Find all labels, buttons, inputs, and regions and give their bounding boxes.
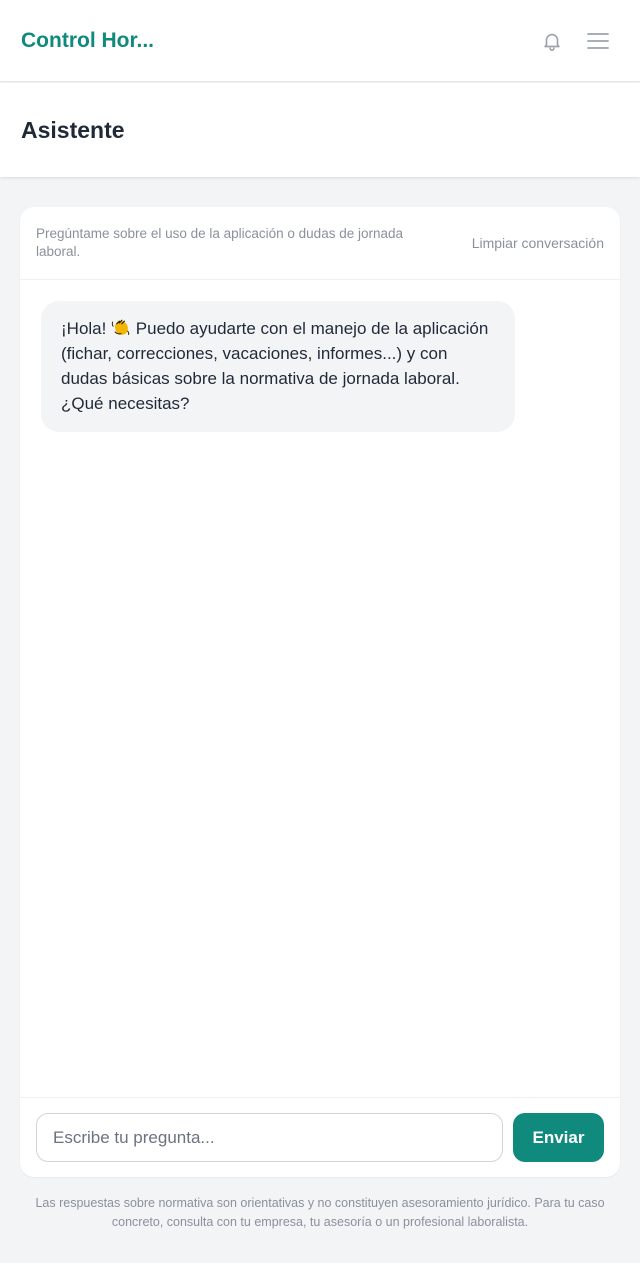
notifications-button[interactable]	[532, 21, 572, 61]
chat-intro-text: Pregúntame sobre el uso de la aplicación…	[36, 226, 403, 259]
send-button[interactable]: Enviar	[513, 1113, 604, 1162]
top-actions	[532, 21, 618, 61]
assistant-message-bubble: ¡Hola! Puedo ayudarte con el manejo de l…	[41, 301, 515, 432]
question-input[interactable]	[36, 1113, 503, 1162]
top-app-bar: Control Hor...	[0, 0, 640, 82]
clear-conversation-button[interactable]: Limpiar conversación	[472, 235, 604, 251]
bell-icon	[544, 33, 560, 51]
page-header: Asistente	[0, 83, 640, 177]
hamburger-menu-icon	[587, 32, 609, 49]
legal-disclaimer: Las respuestas sobre normativa son orien…	[35, 1196, 605, 1229]
message-text-start: ¡Hola!	[61, 319, 112, 338]
message-composer: Enviar	[20, 1097, 620, 1177]
menu-button[interactable]	[578, 21, 618, 61]
page-title: Asistente	[21, 116, 125, 143]
app-title[interactable]: Control Hor...	[21, 29, 154, 53]
chat-card-header: Pregúntame sobre el uso de la aplicación…	[20, 207, 620, 280]
chat-card: Pregúntame sobre el uso de la aplicación…	[20, 207, 620, 1177]
message-list[interactable]: ¡Hola! Puedo ayudarte con el manejo de l…	[20, 281, 620, 1097]
waving-hand-icon	[111, 319, 130, 335]
